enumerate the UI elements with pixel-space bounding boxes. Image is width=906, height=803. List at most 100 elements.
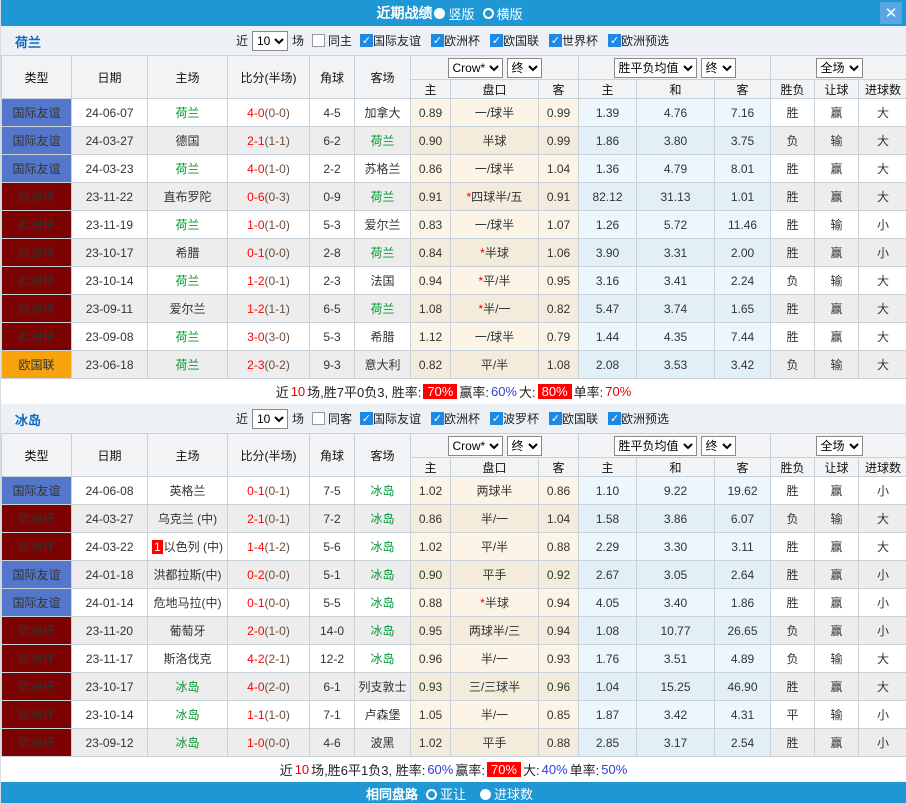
footer-radio[interactable] (425, 788, 437, 800)
same-venue-checkbox[interactable] (311, 34, 325, 47)
league-badge: 欧洲杯 (1, 182, 72, 211)
halftime-score: (0-1) (264, 273, 290, 288)
odds-home: 4.05 (578, 588, 637, 617)
score: 2-0(1-0) (227, 616, 310, 645)
league-checkbox[interactable]: ✓ (431, 412, 444, 425)
wdl-average-select[interactable]: 胜平负均值 (613, 435, 697, 456)
odds-away: 8.01 (713, 154, 772, 183)
letball-cell: 输 (814, 210, 860, 239)
recent-count-select[interactable]: 10 (251, 30, 288, 51)
match-scope-select[interactable]: 全场 (815, 57, 863, 78)
odds-home: 2.85 (578, 728, 637, 757)
footer-radio-label[interactable]: 进球数 (494, 787, 533, 802)
away-team-label: 意大利 (364, 358, 401, 372)
league-checkbox-label[interactable]: 世界杯 (562, 32, 598, 49)
home-team-label: 荷兰 (175, 330, 200, 344)
vertical-layout-radio[interactable] (434, 7, 446, 19)
result-cell: 负 (770, 126, 816, 155)
fulltime-score: 3-0 (247, 329, 265, 344)
league-checkbox-label[interactable]: 国际友谊 (373, 32, 421, 49)
crow-home-odds: 0.94 (410, 266, 451, 295)
fulltime-score: 1-1 (247, 707, 265, 722)
fulltime-score: 0-1 (247, 595, 265, 610)
crow-away-odds: 0.93 (538, 644, 579, 673)
league-checkbox[interactable]: ✓ (490, 34, 504, 47)
league-checkbox[interactable]: ✓ (359, 34, 373, 47)
col-home: 主场 (147, 433, 228, 477)
final-odds-select[interactable]: 终 (700, 435, 736, 456)
league-checkbox-label[interactable]: 欧洲杯 (444, 32, 480, 49)
same-venue-checkbox[interactable] (311, 412, 325, 425)
crow-away-odds: 1.04 (538, 504, 579, 533)
result-cell: 胜 (770, 588, 816, 617)
league-checkbox[interactable]: ✓ (608, 34, 622, 47)
company-select[interactable]: Crow* (447, 435, 503, 456)
same-venue-label[interactable]: 同客 (328, 410, 352, 427)
odds-home: 2.67 (578, 560, 637, 589)
home-team-label: 希腊 (175, 246, 200, 260)
score: 1-2(0-1) (227, 266, 310, 295)
col-crow-away: 客 (538, 79, 579, 99)
final-odds-select[interactable]: 终 (700, 57, 736, 78)
goals-cell: 大 (858, 266, 906, 295)
footer-radio[interactable] (480, 788, 491, 800)
league-checkbox[interactable]: ✓ (490, 412, 504, 425)
handicap-label: 半球 (482, 134, 507, 148)
odds-home: 1.86 (578, 126, 637, 155)
corner-score: 0-9 (309, 182, 355, 211)
score: 0-1(0-0) (227, 588, 310, 617)
fulltime-score: 0-1 (247, 483, 265, 498)
odds-home: 1.58 (578, 504, 637, 533)
odds-away: 46.90 (713, 672, 772, 701)
league-checkbox[interactable]: ✓ (608, 412, 622, 425)
horizontal-layout-label[interactable]: 横版 (497, 4, 523, 23)
team-filter-bar: 冰岛近 10 场同客 ✓ 国际友谊 ✓ 欧洲杯 ✓ 波罗杯 ✓ 欧国联 ✓ 欧洲预选 (1, 404, 906, 433)
league-checkbox-label[interactable]: 欧洲杯 (444, 410, 480, 427)
league-checkbox-label[interactable]: 国际友谊 (373, 410, 421, 427)
home-team-label: 荷兰 (175, 274, 200, 288)
games-label: 场 (291, 34, 304, 48)
team-sections: 荷兰近 10 场同主 ✓ 国际友谊 ✓ 欧洲杯 ✓ 欧国联 ✓ 世界杯 ✓ 欧洲预选 类型 日期 主场 比分(半… (1, 26, 906, 782)
wdl-average-select[interactable]: 胜平负均值 (613, 57, 697, 78)
close-icon[interactable]: ✕ (880, 2, 902, 24)
league-checkbox[interactable]: ✓ (359, 412, 373, 425)
league-badge: 欧洲杯 (1, 238, 72, 267)
company-select[interactable]: Crow* (447, 57, 503, 78)
letball-cell: 赢 (814, 532, 860, 561)
league-checkbox-label[interactable]: 欧洲预选 (621, 32, 669, 49)
recent-count-select[interactable]: 10 (251, 408, 288, 429)
away-team: 波黑 (354, 728, 411, 757)
letball-cell: 输 (814, 700, 860, 729)
league-checkbox-label[interactable]: 欧国联 (503, 32, 539, 49)
match-date: 23-11-17 (71, 644, 148, 673)
match-scope-select[interactable]: 全场 (815, 435, 863, 456)
league-badge: 国际友谊 (1, 560, 72, 589)
odds-away: 3.42 (713, 350, 772, 379)
league-checkbox[interactable]: ✓ (549, 412, 563, 425)
league-checkbox[interactable]: ✓ (549, 34, 563, 47)
home-team-label: 洪都拉斯(中) (153, 568, 222, 582)
footer-radio-label[interactable]: 亚让 (440, 787, 466, 802)
same-venue-label[interactable]: 同主 (328, 32, 352, 49)
league-badge: 国际友谊 (1, 476, 72, 505)
league-checkbox-label[interactable]: 波罗杯 (503, 410, 539, 427)
summary-part: 单率: (569, 763, 600, 778)
final-odds-select[interactable]: 终 (506, 435, 542, 456)
vertical-layout-label[interactable]: 竖版 (448, 4, 474, 23)
league-checkbox-label[interactable]: 欧洲预选 (621, 410, 669, 427)
home-team: 希腊 (147, 238, 228, 267)
wdl-header-cell: 胜平负均值终 (577, 433, 772, 458)
fulltime-score: 2-1 (247, 511, 265, 526)
league-checkbox-label[interactable]: 欧国联 (562, 410, 598, 427)
fulltime-score: 2-1 (247, 133, 265, 148)
away-team: 冰岛 (354, 616, 411, 645)
final-odds-select[interactable]: 终 (506, 57, 542, 78)
home-team: 斯洛伐克 (147, 644, 228, 673)
horizontal-layout-radio[interactable] (482, 7, 494, 19)
summary-part: 40% (541, 762, 568, 777)
away-team: 冰岛 (354, 588, 411, 617)
score: 0-1(0-1) (227, 476, 310, 505)
recent-label: 近 (235, 34, 248, 48)
handicap-label: 半/一 (480, 512, 509, 526)
league-checkbox[interactable]: ✓ (431, 34, 444, 47)
